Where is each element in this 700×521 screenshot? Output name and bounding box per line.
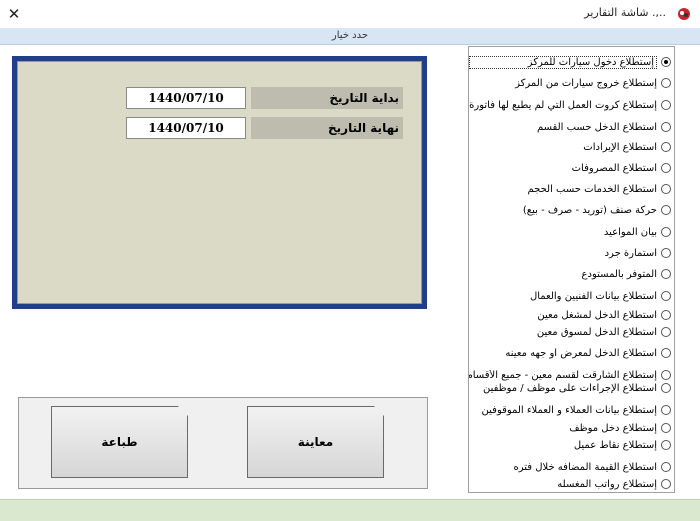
report-option[interactable]: استطلاع الدخل لمشغل معين <box>469 306 674 324</box>
report-option-label: إستطلاع رواتب المغسله <box>557 478 657 490</box>
print-button-label: طباعة <box>101 435 138 449</box>
report-option[interactable]: إستطلاع خروج سيارات من المركز <box>469 74 674 92</box>
report-option-label: استطلاع الإجراءات على موظف / موظفين <box>482 382 657 394</box>
report-option[interactable]: استطلاع الدخل حسب القسم <box>469 118 674 136</box>
report-option[interactable]: إستطلاع كروت العمل التي لم يطبع لها فاتو… <box>469 96 674 114</box>
preview-button[interactable]: معاينة <box>247 406 384 478</box>
report-option-label: المتوفر بالمستودع <box>581 268 657 280</box>
report-option-label: إستطلاع دخل موظف <box>569 422 657 434</box>
print-button[interactable]: طباعة <box>51 406 188 478</box>
report-option[interactable]: استطلاع الدخل لمسوق معين <box>469 323 674 341</box>
radio-button-icon[interactable] <box>661 163 671 173</box>
app-icon <box>678 8 690 20</box>
radio-button-icon[interactable] <box>661 184 671 194</box>
report-option-label: إستطلاع كروت العمل التي لم يطبع لها فاتو… <box>469 99 657 111</box>
radio-button-icon[interactable] <box>661 479 671 489</box>
radio-button-icon[interactable] <box>661 423 671 433</box>
report-option[interactable]: إستطلاع دخول سيارات للمركز <box>469 53 674 71</box>
choose-option-label: حدد خيار <box>331 30 369 41</box>
radio-button-icon[interactable] <box>661 269 671 279</box>
radio-button-icon[interactable] <box>661 327 671 337</box>
action-buttons-panel: طباعة معاينة <box>18 397 428 489</box>
radio-button-icon[interactable] <box>661 405 671 415</box>
report-option[interactable]: إستطلاع بيانات العملاء و العملاء الموقوف… <box>469 401 674 419</box>
report-option[interactable]: حركة صنف (توريد - صرف - بيع) <box>469 201 674 219</box>
report-option[interactable]: استطلاع القيمة المضافه خلال فتره <box>469 458 674 476</box>
report-option[interactable]: إستطلاع نقاط عميل <box>469 436 674 454</box>
report-option-label: استطلاع الدخل حسب القسم <box>536 121 657 133</box>
end-date-label: نهاية التاريخ <box>251 117 403 139</box>
radio-button-icon[interactable] <box>661 462 671 472</box>
report-option[interactable]: استطلاع الخدمات حسب الحجم <box>469 180 674 198</box>
radio-button-icon[interactable] <box>661 122 671 132</box>
status-strip <box>0 499 700 521</box>
report-option[interactable]: استطلاع الدخل لمعرض او جهه معينه <box>469 344 674 362</box>
report-option-label: بيان المواعيد <box>603 226 657 238</box>
radio-button-icon[interactable] <box>661 227 671 237</box>
radio-button-icon[interactable] <box>661 291 671 301</box>
report-option-label: إستطلاع دخول سيارات للمركز <box>469 55 657 69</box>
report-option-label: استمارة جرد <box>604 247 657 259</box>
window-title: ..,. شاشة التقارير <box>584 6 666 19</box>
start-date-label: بداية التاريخ <box>251 87 403 109</box>
report-option[interactable]: استطلاع بيانات الفنيين والعمال <box>469 287 674 305</box>
close-button[interactable]: ✕ <box>0 0 28 28</box>
radio-button-icon[interactable] <box>661 78 671 88</box>
report-option-label: استطلاع بيانات الفنيين والعمال <box>529 290 657 302</box>
report-option-label: إستطلاع نقاط عميل <box>573 439 657 451</box>
radio-button-icon[interactable] <box>661 205 671 215</box>
preview-button-label: معاينة <box>297 435 334 449</box>
date-range-inner: 1440/07/10 بداية التاريخ 1440/07/10 نهاي… <box>17 61 422 304</box>
report-option-label: استطلاع الإيرادات <box>583 141 657 153</box>
date-range-panel: 1440/07/10 بداية التاريخ 1440/07/10 نهاي… <box>12 56 427 309</box>
report-option[interactable]: استطلاع الإيرادات <box>469 138 674 156</box>
report-option-label: استطلاع الدخل لمشغل معين <box>537 309 657 321</box>
radio-dot-icon <box>664 60 668 64</box>
report-option[interactable]: إستطلاع رواتب المغسله <box>469 475 674 493</box>
radio-button-icon[interactable] <box>661 142 671 152</box>
report-option[interactable]: استمارة جرد <box>469 244 674 262</box>
radio-button-icon[interactable] <box>661 100 671 110</box>
close-icon: ✕ <box>7 5 21 23</box>
report-option-label: استطلاع القيمة المضافه خلال فتره <box>513 461 657 473</box>
start-date-input[interactable]: 1440/07/10 <box>126 87 246 109</box>
radio-button-icon[interactable] <box>661 348 671 358</box>
report-option[interactable]: استطلاع المصروفات <box>469 159 674 177</box>
report-option[interactable]: المتوفر بالمستودع <box>469 265 674 283</box>
report-option[interactable]: استطلاع الإجراءات على موظف / موظفين <box>469 379 674 397</box>
end-date-input[interactable]: 1440/07/10 <box>126 117 246 139</box>
radio-button-icon[interactable] <box>661 57 671 67</box>
report-option[interactable]: إستطلاع دخل موظف <box>469 419 674 437</box>
radio-button-icon[interactable] <box>661 310 671 320</box>
report-options-list: إستطلاع دخول سيارات للمركز إستطلاع خروج س… <box>468 46 675 493</box>
report-option-label: إستطلاع بيانات العملاء و العملاء الموقوف… <box>481 404 657 416</box>
report-option[interactable]: بيان المواعيد <box>469 223 674 241</box>
report-option-label: استطلاع الخدمات حسب الحجم <box>527 183 657 195</box>
radio-button-icon[interactable] <box>661 248 671 258</box>
report-option-label: استطلاع الدخل لمسوق معين <box>536 326 657 338</box>
report-option-label: حركة صنف (توريد - صرف - بيع) <box>522 204 657 216</box>
report-option-label: استطلاع المصروفات <box>571 162 657 174</box>
title-bar: ✕ ..,. شاشة التقارير <box>0 0 700 29</box>
radio-button-icon[interactable] <box>661 383 671 393</box>
header-strip: حدد خيار <box>0 28 700 45</box>
report-option-label: استطلاع الدخل لمعرض او جهه معينه <box>505 347 657 359</box>
radio-button-icon[interactable] <box>661 440 671 450</box>
report-option-label: إستطلاع خروج سيارات من المركز <box>515 77 657 89</box>
